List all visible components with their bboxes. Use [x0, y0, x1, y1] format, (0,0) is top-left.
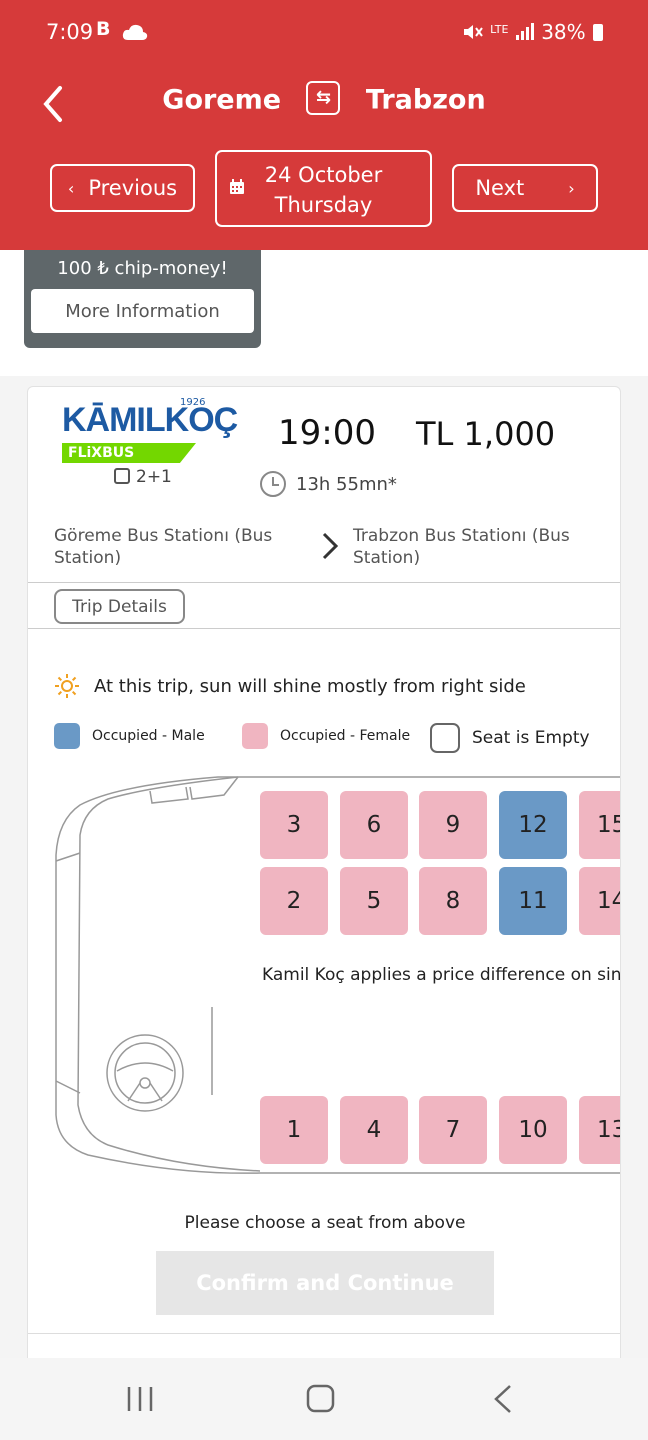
divider [28, 582, 620, 583]
cloud-icon [122, 24, 148, 40]
promo-text: 100 ₺ chip-money! [57, 258, 228, 279]
partner-logo: FLiXBUS [62, 443, 196, 463]
status-right: LTE 38% [462, 20, 604, 44]
departure-time: 19:00 [278, 413, 376, 453]
trip-price: TL 1,000 [416, 415, 556, 453]
company-logo: KĀMILKOÇ 1926 FLiXBUS [62, 397, 238, 465]
battery-level: 38% [541, 20, 586, 44]
seat-13[interactable]: 13 [579, 1096, 620, 1164]
legend-empty: Seat is Empty [430, 723, 590, 753]
date-picker-button[interactable]: 24 October Thursday [215, 150, 432, 227]
seat-icon [114, 468, 130, 484]
to-city: Trabzon [365, 84, 486, 116]
seat-layout: 2+1 [114, 467, 172, 487]
legend-male-swatch [54, 723, 80, 749]
seat-8[interactable]: 8 [419, 867, 487, 935]
trip-card: KĀMILKOÇ 1926 FLiXBUS 2+1 19:00 TL 1,000… [27, 386, 621, 1366]
seat-15[interactable]: 15 [579, 791, 620, 859]
single-seat-price-note: Kamil Koç applies a price difference on … [262, 965, 621, 985]
mute-icon [463, 25, 483, 39]
previous-label: Previous [88, 176, 178, 200]
legend-male-label: Occupied - Male [92, 728, 205, 744]
seat-11[interactable]: 11 [499, 867, 567, 935]
date-text: 24 October [264, 163, 383, 187]
app-header: 7:09 B LTE 38% Goreme ⇆ Trabzon ‹ Previo… [0, 0, 648, 250]
system-navigation-bar [0, 1358, 648, 1440]
legend-female-swatch [242, 723, 268, 749]
legend-female-label: Occupied - Female [280, 728, 411, 744]
chevron-right-icon [322, 532, 339, 560]
clock-icon [260, 471, 286, 497]
promo-banner: 100 ₺ chip-money! More Information [24, 250, 261, 348]
trip-duration: 13h 55mn* [260, 471, 397, 497]
seat-4[interactable]: 4 [340, 1096, 408, 1164]
battery-icon [593, 24, 603, 41]
weekday-text: Thursday [274, 193, 373, 217]
signal-icon [515, 23, 534, 40]
more-information-button[interactable]: More Information [31, 289, 254, 333]
route-title: Goreme ⇆ Trabzon [0, 81, 648, 118]
legend-female: Occupied - Female [242, 723, 410, 749]
calendar-icon [230, 179, 244, 194]
trip-details-button[interactable]: Trip Details [54, 589, 185, 624]
chevron-right-icon: › [568, 178, 575, 198]
arrival-station: Trabzon Bus Stationı (Bus Station) [353, 526, 570, 568]
duration-text: 13h 55mn* [296, 474, 397, 495]
seat-2[interactable]: 2 [260, 867, 328, 935]
sun-info-text: At this trip, sun will shine mostly from… [94, 675, 526, 697]
next-day-button[interactable]: Next › [452, 164, 598, 212]
divider [28, 1333, 620, 1334]
swap-route-icon[interactable]: ⇆ [306, 81, 341, 115]
seat-layout-text: 2+1 [136, 467, 172, 487]
company-year: 1926 [180, 397, 206, 408]
from-city: Goreme [162, 84, 282, 116]
seat-1[interactable]: 1 [260, 1096, 328, 1164]
network-type: LTE [490, 23, 509, 36]
next-label: Next [475, 176, 525, 200]
sun-info: At this trip, sun will shine mostly from… [54, 673, 526, 699]
divider [28, 628, 620, 629]
home-icon[interactable] [306, 1384, 336, 1414]
app-notification-icon: B [96, 18, 111, 40]
seat-9[interactable]: 9 [419, 791, 487, 859]
back-icon[interactable] [492, 1384, 514, 1414]
confirm-continue-button[interactable]: Confirm and Continue [156, 1251, 494, 1315]
seat-12[interactable]: 12 [499, 791, 567, 859]
legend-empty-swatch [430, 723, 460, 753]
seat-6[interactable]: 6 [340, 791, 408, 859]
seat-7[interactable]: 7 [419, 1096, 487, 1164]
seat-5[interactable]: 5 [340, 867, 408, 935]
seat-14[interactable]: 14 [579, 867, 620, 935]
departure-station: Göreme Bus Stationı (Bus Station) [54, 526, 273, 568]
seat-10[interactable]: 10 [499, 1096, 567, 1164]
sun-icon [55, 674, 79, 698]
status-bar: 7:09 B LTE 38% [0, 0, 648, 66]
seat-3[interactable]: 3 [260, 791, 328, 859]
recent-apps-icon[interactable] [126, 1384, 154, 1414]
previous-day-button[interactable]: ‹ Previous [50, 164, 195, 212]
choose-seat-hint: Please choose a seat from above [184, 1213, 466, 1233]
legend-male: Occupied - Male [54, 723, 205, 749]
status-time: 7:09 [46, 20, 94, 44]
chevron-left-icon: ‹ [67, 178, 75, 198]
legend-empty-label: Seat is Empty [472, 728, 590, 748]
